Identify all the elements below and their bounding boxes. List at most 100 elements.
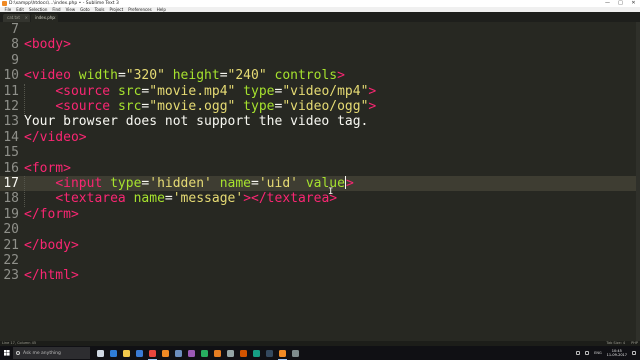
taskbar: Ask me anything ENG 10:45 11-09-2017	[0, 346, 640, 360]
code-line: <form>	[24, 161, 71, 176]
taskbar-app-firefox[interactable]	[159, 346, 172, 360]
code-editor[interactable]: 7 8 9 10 11 12 13 14 15 16 17 18 19 20 21 22 23 <body> <v…	[0, 22, 640, 341]
taskbar-app-app-12[interactable]	[237, 346, 250, 360]
app-7-icon	[175, 349, 182, 357]
close-tab-icon[interactable]: ×	[25, 14, 28, 22]
taskbar-app-task-view[interactable]	[94, 346, 107, 360]
code-token: >	[345, 176, 354, 191]
maximize-button[interactable]: □	[614, 0, 627, 7]
code-token: "video/mp4"	[282, 83, 369, 99]
language-indicator[interactable]: ENG	[594, 351, 602, 355]
code-token: src	[117, 83, 142, 99]
volume-icon[interactable]	[585, 351, 590, 355]
line-number: 15	[3, 145, 19, 161]
scrollbar[interactable]	[636, 22, 640, 341]
taskbar-app-sublime-text[interactable]	[276, 346, 289, 360]
code-line: <body>	[24, 37, 71, 52]
code-token: </	[24, 268, 40, 284]
code-token: input	[63, 176, 103, 191]
taskbar-app-app-8[interactable]	[185, 346, 198, 360]
search-icon	[16, 351, 20, 355]
code-token: source	[63, 83, 111, 99]
code-token: controls	[274, 68, 338, 84]
code-token: >	[368, 99, 377, 114]
line-number: 17	[3, 176, 19, 191]
code-line: </body>	[24, 238, 79, 253]
sublime-text-icon	[2, 1, 7, 6]
app-8-icon	[188, 349, 195, 357]
start-button[interactable]	[0, 346, 13, 360]
code-token: <	[55, 191, 64, 207]
firefox-icon	[162, 349, 169, 357]
code-token: >	[70, 237, 79, 253]
taskbar-app-app-11[interactable]	[224, 346, 237, 360]
code-token: body	[31, 37, 64, 53]
code-token: textarea	[266, 191, 330, 207]
code-token: type	[243, 83, 275, 99]
code-line: <source src="movie.ogg" type="video/ogg"…	[24, 99, 376, 114]
tab-cat-txt[interactable]: cat.txt ×	[3, 14, 30, 22]
code-token: 'uid'	[258, 176, 298, 191]
code-token: <	[24, 37, 32, 53]
windows-logo-icon	[3, 350, 10, 356]
taskbar-app-app-10[interactable]	[211, 346, 224, 360]
code-token: 'hidden'	[149, 176, 212, 191]
code-token: source	[63, 99, 111, 114]
code-token: <	[55, 99, 64, 114]
code-token: >	[243, 191, 252, 207]
close-tab-icon[interactable]: ×	[53, 14, 56, 22]
taskbar-app-app-16[interactable]	[289, 346, 302, 360]
code-line: </video>	[24, 130, 87, 145]
taskbar-app-app-13[interactable]	[250, 346, 263, 360]
notifications-icon[interactable]	[632, 351, 636, 355]
window-title: D:\xampp\htdocs\...\index.php • - Sublim…	[9, 1, 119, 6]
code-token: >	[63, 37, 71, 53]
line-number: 16	[3, 160, 19, 176]
code-line: <input type='hidden' name='uid' value>	[24, 176, 354, 191]
code-token: body	[39, 237, 71, 253]
code-token: =	[117, 68, 126, 84]
taskbar-apps	[94, 346, 302, 360]
line-number: 12	[3, 99, 19, 114]
code-token: </	[24, 129, 40, 145]
code-line: </html>	[24, 268, 79, 283]
code-token: "video/ogg"	[282, 99, 369, 114]
file-explorer-icon	[123, 349, 130, 357]
taskbar-app-file-explorer[interactable]	[120, 346, 133, 360]
indent-guide	[24, 83, 25, 115]
minimize-button[interactable]: —	[601, 0, 614, 7]
code-line: <textarea name='message'></textarea>	[24, 191, 337, 206]
line-number: 20	[3, 222, 19, 238]
taskbar-app-app-7[interactable]	[172, 346, 185, 360]
taskbar-search[interactable]: Ask me anything	[13, 347, 90, 359]
code-token: >	[70, 206, 79, 222]
app-10-icon	[214, 349, 221, 357]
line-number: 10	[3, 68, 19, 84]
code-token: Your browser does not support the video …	[24, 114, 369, 130]
app-14-icon	[266, 349, 273, 357]
line-number: 14	[3, 129, 19, 145]
tab-index-php[interactable]: index.php ×	[31, 14, 58, 22]
clock[interactable]: 10:45 11-09-2017	[607, 349, 627, 358]
app-16-icon	[292, 349, 299, 357]
line-number: 9	[11, 52, 19, 68]
taskbar-app-app-14[interactable]	[263, 346, 276, 360]
taskbar-app-store[interactable]	[133, 346, 146, 360]
taskbar-app-app-9[interactable]	[198, 346, 211, 360]
code-line: Your browser does not support the video …	[24, 114, 368, 129]
close-button[interactable]: ✕	[627, 0, 640, 7]
line-number: 21	[3, 237, 19, 253]
code-token: name	[133, 191, 165, 207]
network-icon[interactable]	[576, 351, 581, 355]
taskbar-app-edge[interactable]	[107, 346, 120, 360]
code-token: html	[39, 268, 71, 284]
app-13-icon	[253, 349, 260, 357]
line-number-gutter: 7 8 9 10 11 12 13 14 15 16 17 18 19 20 21 22 23	[0, 22, 21, 341]
taskbar-app-chrome[interactable]	[146, 346, 159, 360]
app-11-icon	[227, 349, 234, 357]
